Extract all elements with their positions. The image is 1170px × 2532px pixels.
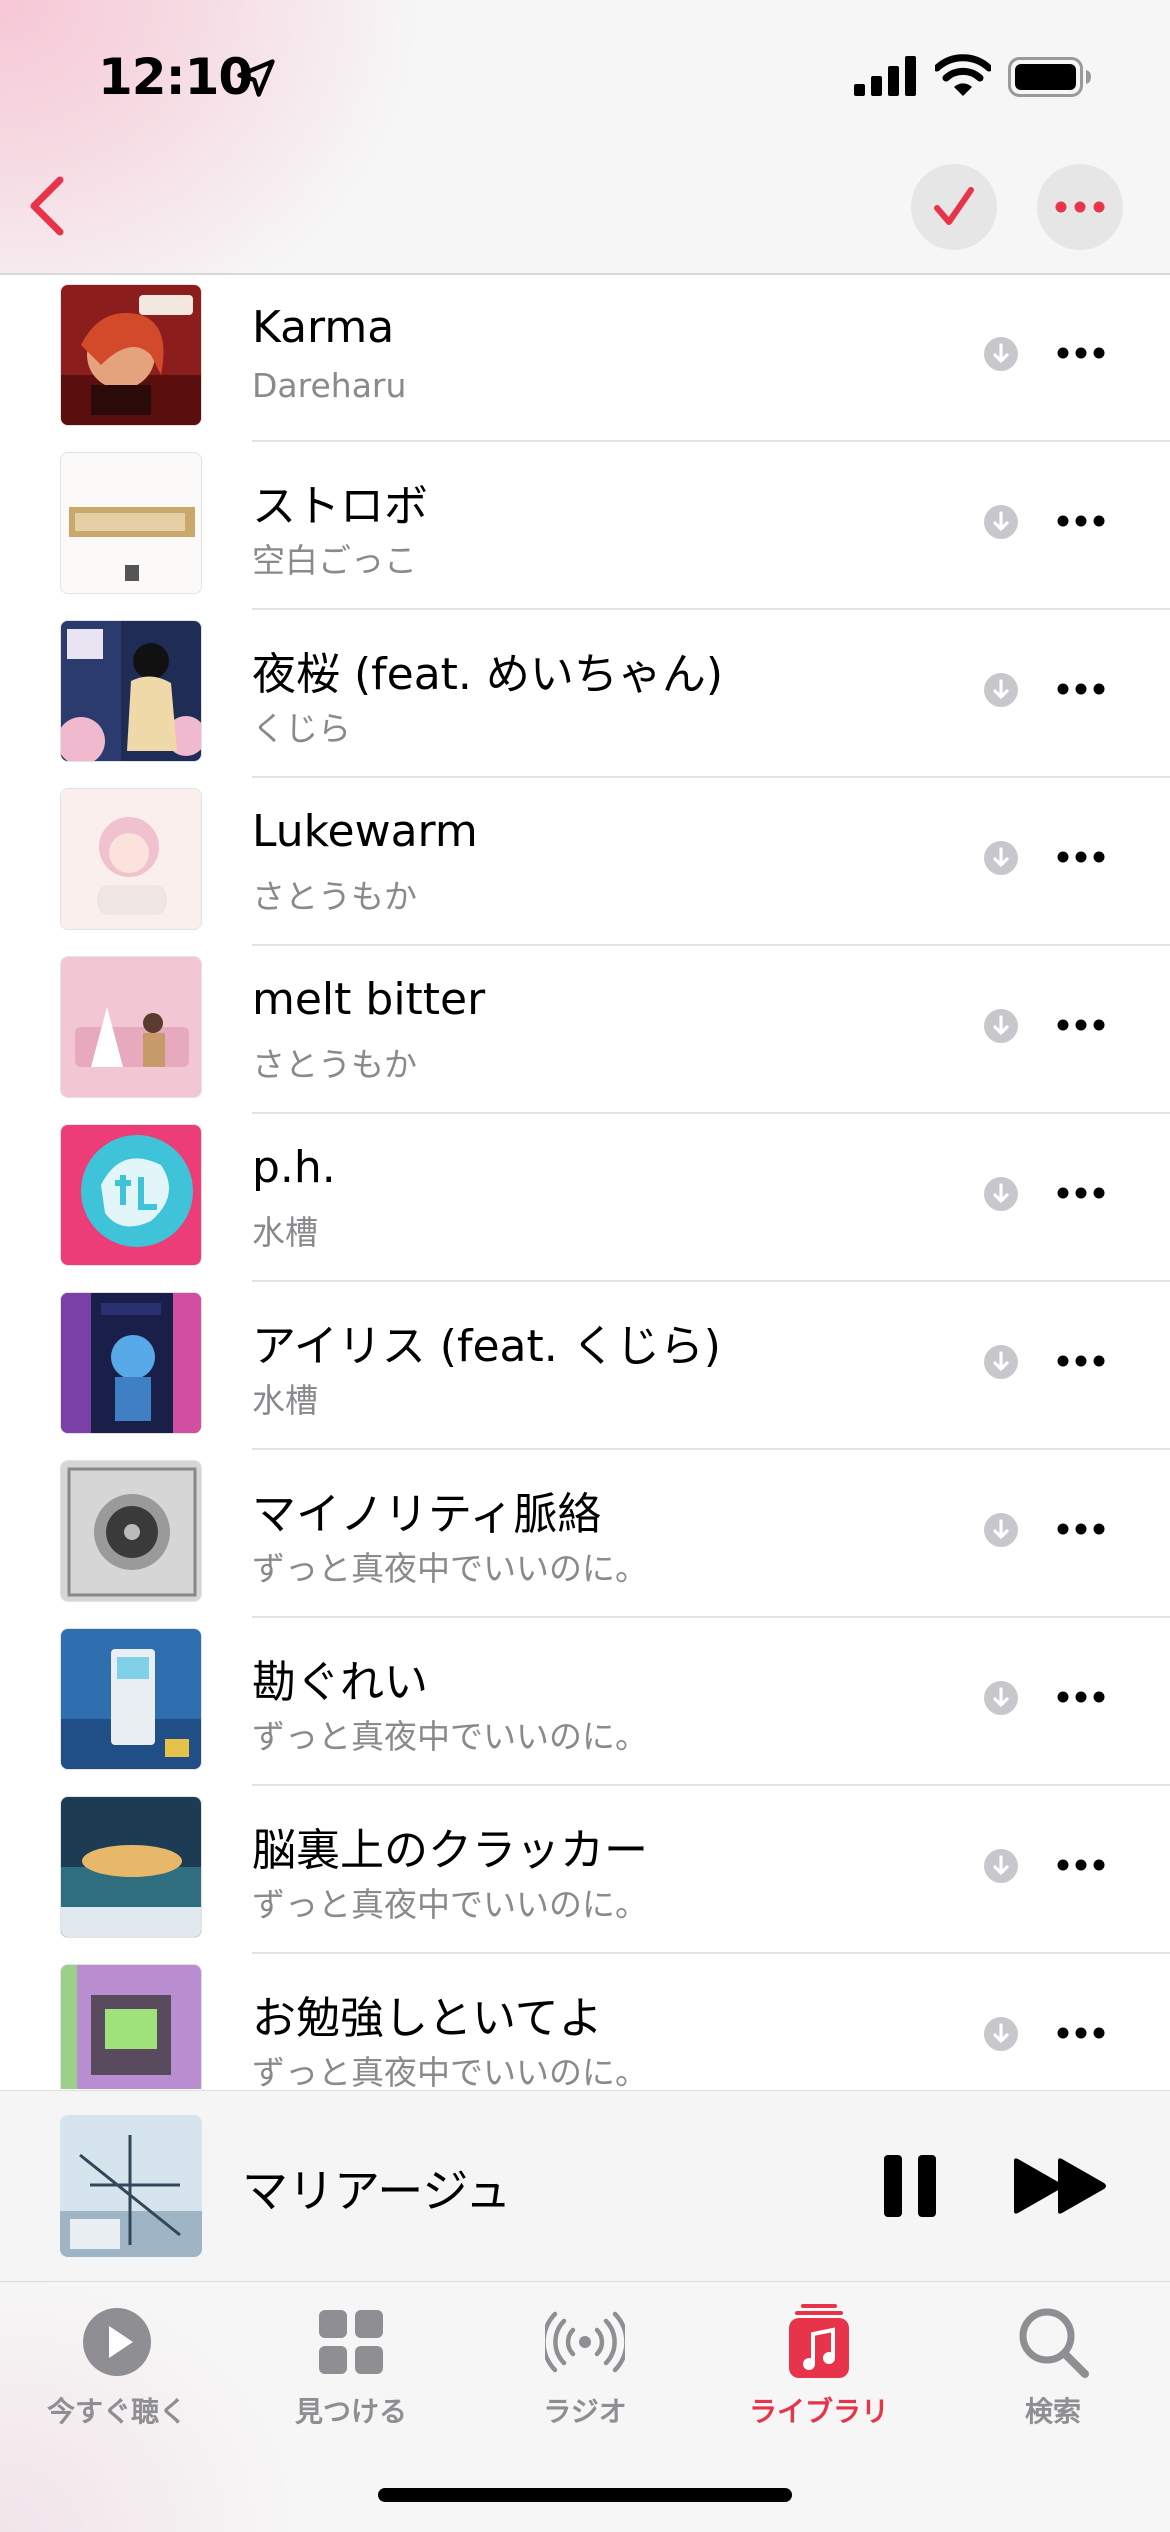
song-more-icon[interactable] [1056,674,1106,704]
album-art [60,788,202,930]
song-row[interactable]: お勉強しといてよ ずっと真夜中でいいのに。 [0,1954,1170,2089]
select-check-button[interactable] [911,164,997,250]
song-title: マイノリティ脈絡 [252,1489,602,1540]
download-icon[interactable] [983,1176,1019,1212]
download-icon[interactable] [983,1680,1019,1716]
tab-label: 見つける [294,2395,407,2428]
checkmark-icon [934,187,974,225]
song-artist: ずっと真夜中でいいのに。 [252,1885,648,1924]
song-more-icon[interactable] [1056,2018,1106,2048]
album-art [60,284,202,426]
song-more-icon[interactable] [1056,842,1106,872]
album-art [60,620,202,762]
song-title: 夜桜 (feat. めいちゃん) [252,649,724,700]
song-title: melt bitter [252,974,486,1025]
song-row[interactable]: Karma Dareharu [0,274,1170,442]
pause-icon[interactable] [880,2153,940,2219]
song-title: アイリス (feat. くじら) [252,1321,721,1372]
now-playing-art [60,2115,202,2257]
song-row[interactable]: Lukewarm さとうもか [0,778,1170,946]
album-art [60,452,202,594]
tab-label: 今すぐ聴く [46,2395,187,2428]
grid-icon [319,2310,383,2374]
song-title: 勘ぐれい [252,1657,428,1708]
download-icon[interactable] [983,672,1019,708]
album-art [60,956,202,1098]
tab-library[interactable]: ライブラリ [702,2282,936,2452]
song-artist: ずっと真夜中でいいのに。 [252,1717,648,1756]
album-art [60,1460,202,1602]
more-options-button[interactable] [1037,164,1123,250]
song-artist: 水槽 [252,1381,318,1420]
song-more-icon[interactable] [1056,506,1106,536]
song-more-icon[interactable] [1056,1682,1106,1712]
battery-icon [1008,57,1091,97]
song-title: p.h. [252,1142,336,1193]
song-more-icon[interactable] [1056,338,1106,368]
song-row[interactable]: ストロボ 空白ごっこ [0,442,1170,610]
song-artist: さとうもか [252,877,417,916]
song-row[interactable]: アイリス (feat. くじら) 水槽 [0,1282,1170,1450]
search-icon [1019,2308,1089,2378]
song-more-icon[interactable] [1056,1346,1106,1376]
song-row[interactable]: 勘ぐれい ずっと真夜中でいいのに。 [0,1618,1170,1786]
download-icon[interactable] [983,2016,1019,2052]
song-artist: 空白ごっこ [252,541,417,580]
song-more-icon[interactable] [1056,1850,1106,1880]
album-art [60,1292,202,1434]
tab-browse[interactable]: 見つける [234,2282,468,2452]
tab-search[interactable]: 検索 [936,2282,1170,2452]
wifi-icon [935,54,991,96]
location-arrow-icon [237,59,275,97]
album-art [60,1964,202,2089]
tab-label: 検索 [1024,2395,1081,2428]
song-row[interactable]: 夜桜 (feat. めいちゃん) くじら [0,610,1170,778]
song-artist: 水槽 [252,1213,318,1252]
song-artist: さとうもか [252,1045,417,1084]
download-icon[interactable] [983,336,1019,372]
now-playing-title: マリアージュ [242,2164,512,2218]
download-icon[interactable] [983,840,1019,876]
song-title: ストロボ [252,481,428,532]
song-row[interactable]: 脳裏上のクラッカー ずっと真夜中でいいのに。 [0,1786,1170,1954]
tab-radio[interactable]: ラジオ [468,2282,702,2452]
song-row[interactable]: p.h. 水槽 [0,1114,1170,1282]
song-title: Karma [252,302,395,353]
download-icon[interactable] [983,1008,1019,1044]
tab-label: ラジオ [543,2395,627,2428]
download-icon[interactable] [983,1848,1019,1884]
status-time: 12:10 [98,48,253,106]
album-art [60,1124,202,1266]
album-art [60,1628,202,1770]
mini-player[interactable]: マリアージュ [0,2090,1170,2283]
song-title: Lukewarm [252,806,478,857]
tab-listen-now[interactable]: 今すぐ聴く [0,2282,234,2452]
radio-waves-icon [545,2311,625,2373]
download-icon[interactable] [983,1512,1019,1548]
library-music-icon [789,2304,849,2378]
fast-forward-icon[interactable] [1012,2157,1110,2215]
song-list[interactable]: Karma Dareharu ストロボ 空白ごっこ 夜桜 (feat. めいちゃ… [0,274,1170,2089]
song-artist: ずっと真夜中でいいのに。 [252,1549,648,1588]
play-circle-icon [83,2308,151,2376]
album-art [60,1796,202,1938]
back-chevron-icon[interactable] [20,170,80,242]
song-row[interactable]: melt bitter さとうもか [0,946,1170,1114]
header-bar: 12:10 [0,0,1170,275]
cellular-signal-icon [854,56,916,96]
song-more-icon[interactable] [1056,1010,1106,1040]
song-artist: ずっと真夜中でいいのに。 [252,2053,648,2089]
ellipsis-icon [1055,201,1105,213]
download-icon[interactable] [983,504,1019,540]
home-indicator[interactable] [378,2488,792,2502]
song-row[interactable]: マイノリティ脈絡 ずっと真夜中でいいのに。 [0,1450,1170,1618]
song-more-icon[interactable] [1056,1514,1106,1544]
song-title: お勉強しといてよ [252,1993,603,2044]
download-icon[interactable] [983,1344,1019,1380]
song-more-icon[interactable] [1056,1178,1106,1208]
song-artist: くじら [252,709,351,748]
song-artist: Dareharu [252,366,407,405]
tab-label: ライブラリ [748,2395,889,2428]
song-title: 脳裏上のクラッカー [252,1825,648,1876]
